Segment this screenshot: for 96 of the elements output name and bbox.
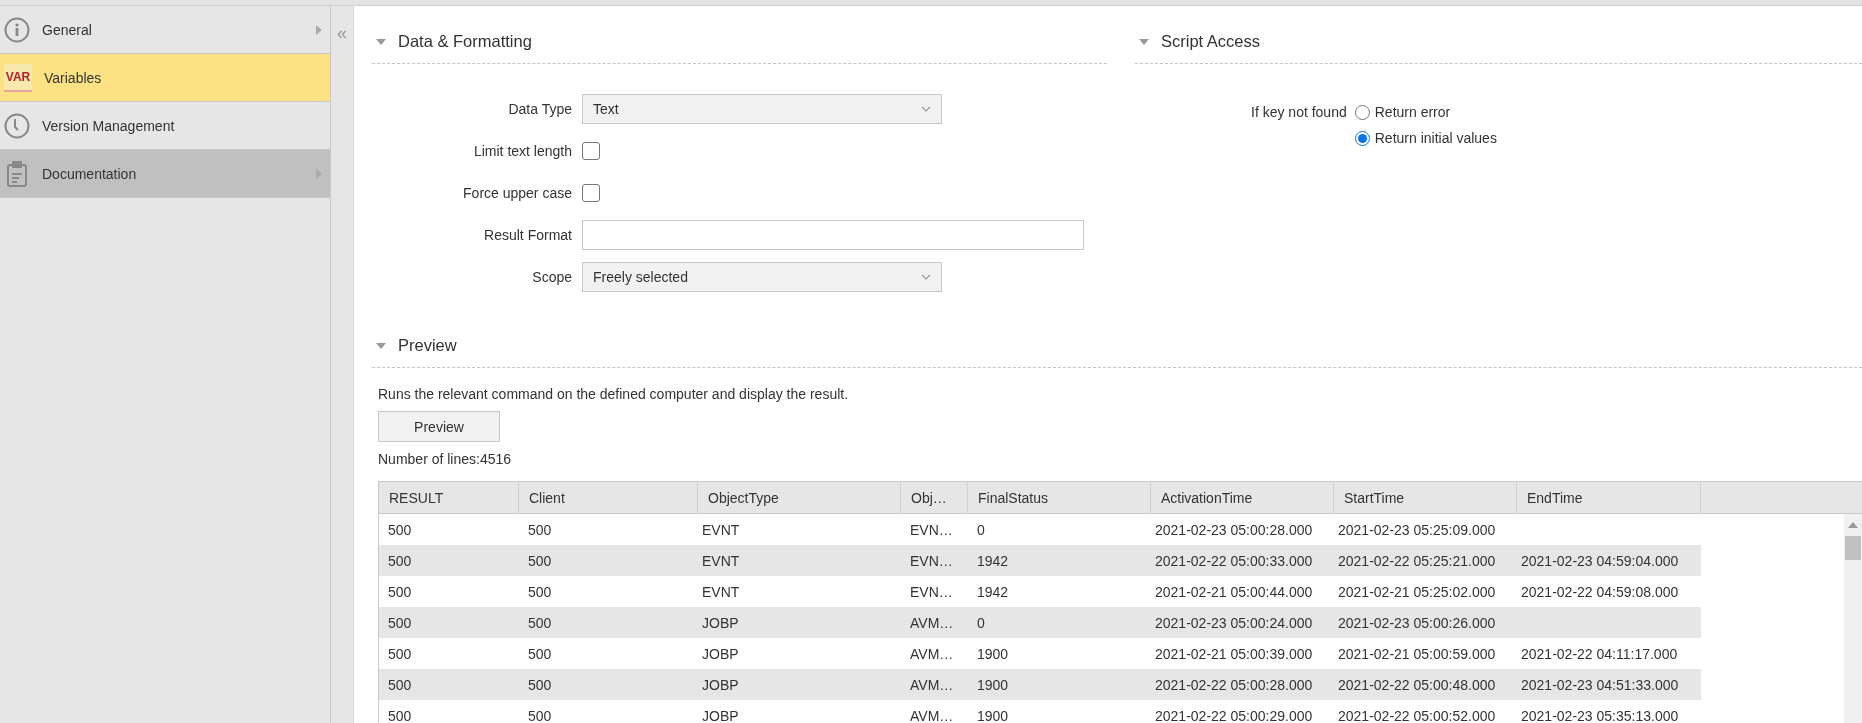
table-cell: 2021-02-21 05:25:02.000: [1338, 583, 1496, 600]
table-cell: AVM…: [910, 707, 954, 723]
collapse-caret-icon[interactable]: [376, 342, 386, 349]
table-cell: 500: [528, 583, 552, 600]
chevron-down-icon: [921, 106, 931, 112]
table-cell: 500: [388, 614, 412, 631]
line-count: Number of lines:4516: [378, 451, 513, 467]
table-cell: 1942: [977, 552, 1009, 569]
table-cell: 2021-02-22 05:00:48.000: [1338, 676, 1496, 693]
table-cell: EVNT: [702, 552, 740, 569]
field-label: Data Type: [507, 101, 572, 117]
sidebar-item[interactable]: VAR Variables: [0, 54, 330, 102]
table-cell: 500: [388, 521, 412, 538]
column-header[interactable]: StartTime: [1334, 482, 1517, 514]
collapse-caret-icon[interactable]: [1139, 38, 1149, 45]
field-label: Scope: [531, 269, 572, 285]
table-cell: 500: [528, 645, 552, 662]
table-cell: 500: [528, 552, 552, 569]
clock-icon: [4, 112, 30, 139]
column-header[interactable]: EndTime: [1517, 482, 1701, 514]
table-cell: 500: [388, 645, 412, 662]
radio-label: Return error: [1374, 104, 1451, 120]
table-cell: 2021-02-22 04:11:17.000: [1521, 645, 1678, 662]
table-cell: 500: [528, 614, 552, 631]
dropdown[interactable]: Freely selected: [582, 262, 942, 292]
table-cell: EVN…: [910, 552, 953, 569]
description-text: Runs the relevant command on the defined computer and display the result.: [378, 386, 850, 402]
table-cell: 2021-02-22 04:59:08.000: [1521, 583, 1679, 600]
column-header[interactable]: FinalStatus: [968, 482, 1151, 514]
column-header[interactable]: RESULT: [379, 482, 519, 514]
table-cell: 500: [528, 707, 552, 723]
table-cell: 2021-02-23 05:00:28.000: [1155, 521, 1313, 538]
table-cell: 500: [388, 552, 412, 569]
table-cell: 2021-02-21 05:00:59.000: [1338, 645, 1496, 662]
section-title: Script Access: [1161, 32, 1261, 51]
table-cell: EVN…: [910, 583, 953, 600]
field-label: Limit text length: [472, 143, 572, 159]
column-header[interactable]: ActivationTime: [1151, 482, 1334, 514]
table-cell: 1942: [977, 583, 1009, 600]
table-cell: 2021-02-23 05:35:13.000: [1521, 707, 1679, 723]
table-cell: AVM…: [910, 645, 954, 662]
table-cell: EVNT: [702, 521, 740, 538]
table-cell: JOBP: [702, 676, 739, 693]
table-cell: JOBP: [702, 707, 739, 723]
preview-button[interactable]: Preview: [378, 411, 500, 442]
radio-option[interactable]: Return error: [1354, 104, 1497, 120]
table-cell: 0: [977, 521, 985, 538]
sidebar-item[interactable]: Documentation: [0, 150, 330, 198]
table-cell: 2021-02-21 05:00:44.000: [1155, 583, 1313, 600]
scroll-up-icon[interactable]: [1848, 522, 1858, 528]
scroll-thumb[interactable]: [1845, 536, 1861, 560]
checkbox[interactable]: [582, 142, 600, 160]
table-cell: 500: [388, 583, 412, 600]
section-title: Preview: [398, 336, 457, 355]
table-cell: JOBP: [702, 614, 739, 631]
chevron-down-icon: [921, 274, 931, 280]
table-cell: 0: [977, 614, 985, 631]
field-label: Force upper case: [462, 185, 572, 201]
table-cell: 1900: [977, 676, 1009, 693]
var-icon: VAR: [4, 63, 32, 92]
column-header[interactable]: Client: [519, 482, 698, 514]
table-cell: 1900: [977, 707, 1009, 723]
clipboard-icon: [4, 159, 30, 188]
submenu-arrow-icon: [316, 24, 322, 35]
table-cell: 2021-02-21 05:00:39.000: [1155, 645, 1313, 662]
table-cell: AVM…: [910, 614, 954, 631]
table-cell: EVNT: [702, 583, 740, 600]
section-title: Data & Formatting: [398, 32, 532, 51]
table-cell: 2021-02-22 05:00:33.000: [1155, 552, 1313, 569]
collapse-caret-icon[interactable]: [376, 38, 386, 45]
table-cell: 500: [528, 676, 552, 693]
dropdown[interactable]: Text: [582, 94, 942, 124]
table-cell: 2021-02-23 05:00:24.000: [1155, 614, 1313, 631]
table-cell: 2021-02-22 05:25:21.000: [1338, 552, 1496, 569]
table-cell: 2021-02-22 05:00:52.000: [1338, 707, 1496, 723]
table-cell: 500: [388, 707, 412, 723]
table-cell: 2021-02-23 04:59:04.000: [1521, 552, 1679, 569]
table-cell: AVM…: [910, 676, 954, 693]
info-icon: [4, 16, 30, 43]
table-cell: 2021-02-23 04:51:33.000: [1521, 676, 1679, 693]
table-cell: 2021-02-23 05:00:26.000: [1338, 614, 1496, 631]
table-cell: JOBP: [702, 645, 739, 662]
scrollbar[interactable]: [1844, 514, 1862, 723]
input-field[interactable]: [582, 220, 1084, 250]
table-cell: 2021-02-22 05:00:29.000: [1155, 707, 1313, 723]
table-cell: 500: [388, 676, 412, 693]
checkbox[interactable]: [582, 184, 600, 202]
table-cell: EVN…: [910, 521, 953, 538]
table-cell: 500: [528, 521, 552, 538]
field-label: If key not found: [1251, 104, 1347, 120]
table-cell: 2021-02-22 05:00:28.000: [1155, 676, 1313, 693]
table-cell: 2021-02-23 05:25:09.000: [1338, 521, 1496, 538]
column-header[interactable]: Obj…: [901, 482, 968, 514]
table-cell: 1900: [977, 645, 1009, 662]
column-header[interactable]: ObjectType: [698, 482, 901, 514]
field-label: Result Format: [483, 227, 572, 243]
